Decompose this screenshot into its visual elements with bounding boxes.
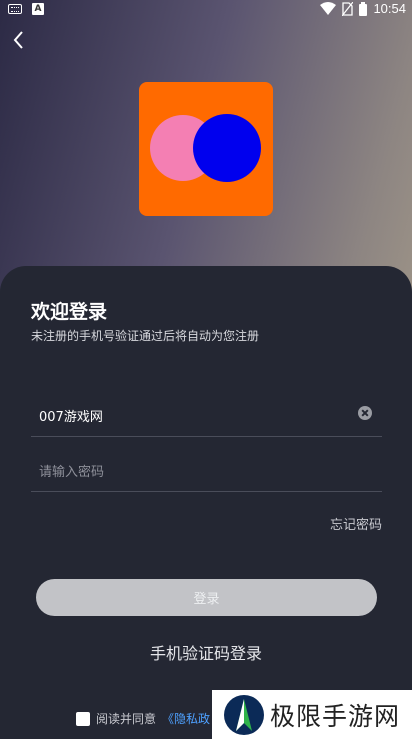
login-button[interactable]: 登录: [36, 579, 377, 616]
clear-icon[interactable]: [358, 406, 372, 420]
page-subtitle: 未注册的手机号验证通过后将自动为您注册: [31, 329, 260, 343]
app-a-icon: A: [32, 3, 44, 15]
back-button[interactable]: [8, 28, 32, 52]
agreement-checkbox[interactable]: [76, 711, 90, 726]
agreement-row: 阅读并同意 《隐私政: [76, 710, 210, 727]
no-sim-icon: [342, 1, 354, 16]
account-input-value[interactable]: 007游戏网: [39, 406, 103, 425]
watermark: 极限手游网: [212, 690, 412, 739]
password-field[interactable]: 请输入密码: [31, 447, 382, 492]
wifi-icon: [320, 2, 337, 15]
keyboard-icon: [8, 4, 22, 14]
account-field[interactable]: 007游戏网: [31, 392, 382, 437]
forgot-password-link[interactable]: 忘记密码: [330, 514, 382, 533]
status-left: A: [8, 3, 44, 15]
battery-icon: [359, 1, 368, 16]
login-button-label: 登录: [193, 592, 220, 607]
status-time: 10:54: [373, 1, 406, 16]
app-logo: [139, 82, 273, 216]
logo-circles-icon: [150, 114, 261, 182]
agreement-text: 阅读并同意: [96, 712, 157, 726]
page-title: 欢迎登录: [31, 301, 108, 323]
status-right: 10:54: [320, 1, 406, 16]
privacy-policy-link[interactable]: 《隐私政: [162, 710, 210, 727]
status-bar: A 10:54: [0, 0, 412, 20]
watermark-logo-icon: [224, 694, 264, 735]
password-input-placeholder[interactable]: 请输入密码: [39, 461, 104, 480]
watermark-text: 极限手游网: [270, 701, 401, 731]
chevron-left-icon: [13, 31, 23, 49]
sms-login-link[interactable]: 手机验证码登录: [0, 640, 412, 664]
